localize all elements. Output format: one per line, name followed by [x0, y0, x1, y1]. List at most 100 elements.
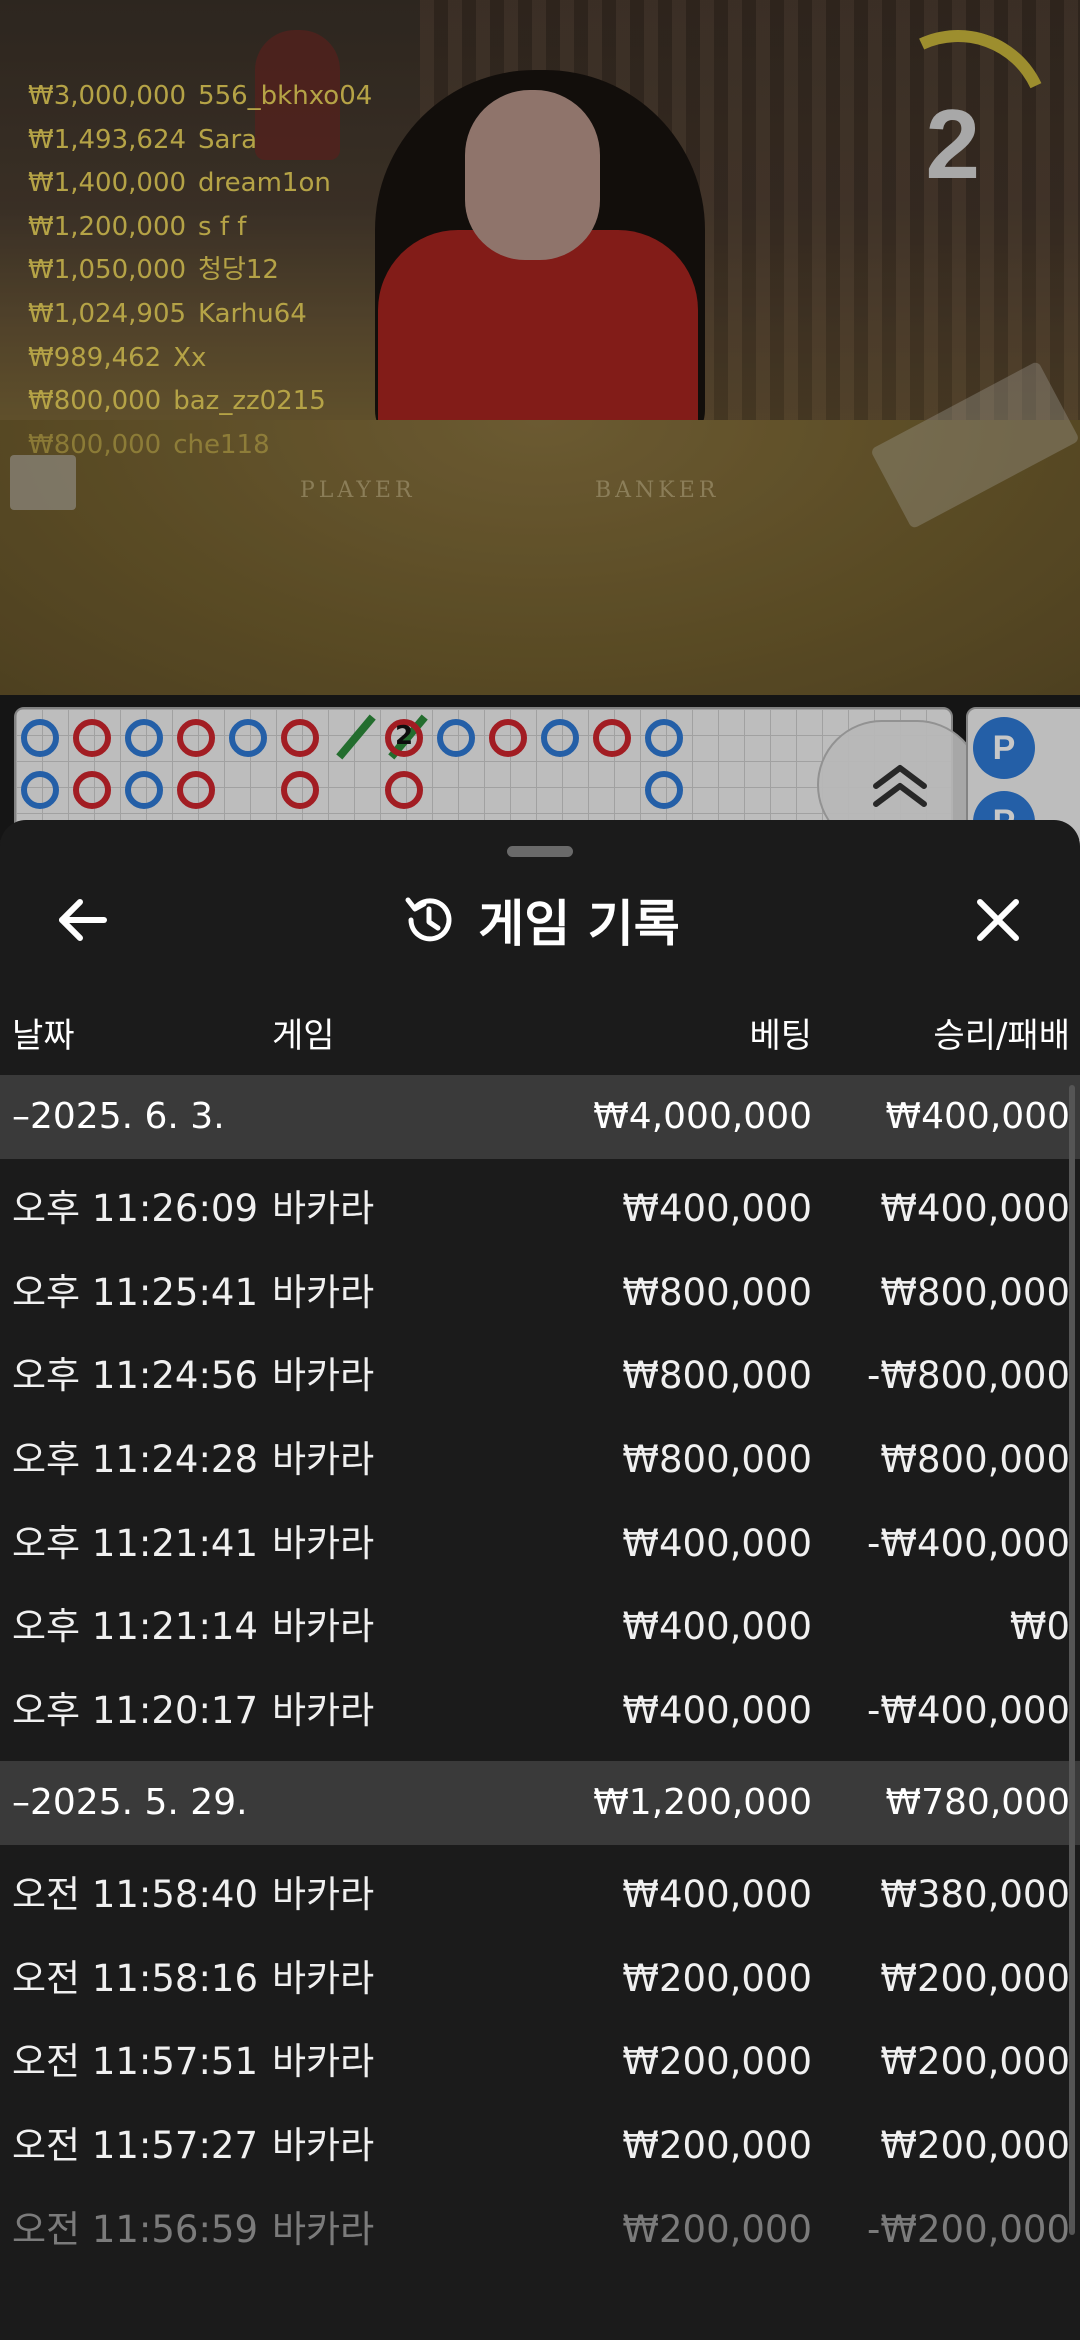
row-game: 바카라	[272, 2040, 375, 2084]
row-time: 오후 11:25:41	[12, 1270, 259, 1314]
game-history-row[interactable]: 오전 11:58:40 바카라 ₩400,000 ₩380,000	[0, 1853, 1080, 1937]
bead-banker	[281, 719, 319, 757]
game-history-row[interactable]: 오후 11:25:41 바카라 ₩800,000 ₩800,000	[0, 1251, 1080, 1335]
day-bet-total: ₩4,000,000	[593, 1096, 812, 1137]
row-time: 오전 11:57:27	[12, 2123, 259, 2167]
winner-row: ₩1,400,000 dream1on	[28, 168, 331, 199]
winner-row: ₩800,000 baz_zz0215	[28, 386, 326, 417]
winner-row: ₩800,000 che118	[28, 429, 270, 460]
row-bet: ₩800,000	[622, 1270, 812, 1314]
bead-player	[125, 719, 163, 757]
row-bet: ₩200,000	[622, 2207, 812, 2251]
row-result: -₩200,000	[867, 2207, 1070, 2251]
row-bet: ₩200,000	[622, 2123, 812, 2167]
game-history-row[interactable]: 오전 11:57:51 바카라 ₩200,000 ₩200,000	[0, 2020, 1080, 2104]
row-result: ₩200,000	[880, 2123, 1070, 2167]
row-time: 오후 11:21:14	[12, 1605, 259, 1649]
row-bet: ₩800,000	[622, 1438, 812, 1482]
column-header-result: 승리/패배	[933, 1016, 1070, 1056]
winner-row: ₩1,024,905 Karhu64	[28, 298, 307, 329]
live-video-stream: PLAYER BANKER ₩3,000,000 556_bkhxo04 ₩1,4…	[0, 0, 1080, 695]
row-time: 오후 11:24:28	[12, 1438, 259, 1482]
row-bet: ₩400,000	[622, 1872, 812, 1916]
game-history-sheet: 게임 기록 날짜 게임 베팅 승리/패배 –2025. 6. 3. ₩4,000…	[0, 820, 1080, 2340]
game-history-row[interactable]: 오후 11:20:17 바카라 ₩400,000 -₩400,000	[0, 1669, 1080, 1753]
row-game: 바카라	[272, 2123, 375, 2167]
bead-player	[21, 719, 59, 757]
row-bet: ₩800,000	[622, 1354, 812, 1398]
bead-banker	[281, 771, 319, 809]
history-icon	[405, 897, 452, 942]
row-result: ₩0	[1009, 1605, 1070, 1649]
game-history-row[interactable]: 오전 11:58:16 바카라 ₩200,000 ₩200,000	[0, 1937, 1080, 2021]
close-button[interactable]	[962, 884, 1034, 956]
bead-banker	[177, 771, 215, 809]
bead-player	[125, 771, 163, 809]
bead-banker	[593, 719, 631, 757]
sheet-header: 게임 기록	[0, 880, 1080, 960]
row-game: 바카라	[272, 1270, 375, 1314]
bead-banker	[73, 719, 111, 757]
row-result: -₩800,000	[867, 1354, 1070, 1398]
row-game: 바카라	[272, 1354, 375, 1398]
game-history-row[interactable]: 오전 11:57:27 바카라 ₩200,000 ₩200,000	[0, 2104, 1080, 2188]
double-chevron-up-icon	[872, 765, 927, 807]
row-game: 바카라	[272, 1438, 375, 1482]
tie-marker	[336, 714, 376, 760]
winner-row: ₩1,200,000 s f f	[28, 211, 247, 242]
player-badge: P	[973, 717, 1035, 779]
row-bet: ₩200,000	[622, 1956, 812, 2000]
row-result: ₩400,000	[880, 1187, 1070, 1230]
day-summary-row[interactable]: –2025. 6. 3. ₩4,000,000 ₩400,000	[0, 1075, 1080, 1159]
table-label-banker: BANKER	[595, 478, 720, 503]
row-bet: ₩400,000	[622, 1521, 812, 1565]
day-bet-total: ₩1,200,000	[593, 1781, 812, 1823]
row-game: 바카라	[272, 1689, 375, 1733]
winner-row: ₩989,462 Xx	[28, 342, 207, 373]
row-time: 오후 11:20:17	[12, 1689, 259, 1733]
bead-player	[21, 771, 59, 809]
recent-winners-list: ₩3,000,000 556_bkhxo04 ₩1,493,624 Sara ₩1,…	[28, 75, 372, 467]
day-summary-row[interactable]: –2025. 5. 29. ₩1,200,000 ₩780,000	[0, 1760, 1080, 1845]
bead-player	[541, 719, 579, 757]
row-result: ₩800,000	[880, 1438, 1070, 1482]
row-bet: ₩200,000	[622, 2040, 812, 2084]
row-time: 오전 11:58:40	[12, 1872, 259, 1916]
game-history-row[interactable]: 오후 11:21:14 바카라 ₩400,000 ₩0	[0, 1585, 1080, 1669]
row-bet: ₩400,000	[622, 1187, 812, 1230]
row-time: 오후 11:21:41	[12, 1521, 259, 1565]
row-game: 바카라	[272, 2207, 375, 2251]
row-bet: ₩400,000	[622, 1605, 812, 1649]
bead-banker	[73, 771, 111, 809]
dealer-face	[465, 90, 600, 260]
game-history-row[interactable]: 오전 11:56:59 바카라 ₩200,000 -₩200,000	[0, 2188, 1080, 2272]
game-history-row[interactable]: 오후 11:21:41 바카라 ₩400,000 -₩400,000	[0, 1502, 1080, 1586]
day-date: –2025. 6. 3.	[12, 1096, 225, 1137]
row-time: 오전 11:56:59	[12, 2207, 259, 2251]
winner-row: ₩3,000,000 556_bkhxo04	[28, 81, 373, 111]
sheet-drag-handle[interactable]	[507, 846, 573, 857]
row-result: ₩800,000	[880, 1270, 1070, 1314]
row-result: ₩380,000	[880, 1872, 1070, 1916]
list-scrollbar[interactable]	[1069, 1085, 1075, 2235]
row-game: 바카라	[272, 1872, 375, 1916]
row-game: 바카라	[272, 1956, 375, 2000]
row-game: 바카라	[272, 1187, 375, 1230]
day-result-total: ₩400,000	[885, 1096, 1070, 1137]
game-history-row[interactable]: 오후 11:24:56 바카라 ₩800,000 -₩800,000	[0, 1334, 1080, 1418]
bead-banker	[177, 719, 215, 757]
game-history-row[interactable]: 오후 11:26:09 바카라 ₩400,000 ₩400,000	[0, 1167, 1080, 1251]
row-time: 오후 11:24:56	[12, 1354, 259, 1398]
bead-banker	[489, 719, 527, 757]
row-result: -₩400,000	[867, 1689, 1070, 1733]
bead-player	[229, 719, 267, 757]
row-result: ₩200,000	[880, 2040, 1070, 2084]
winner-row: ₩1,493,624 Sara	[28, 124, 258, 155]
bead-player	[645, 719, 683, 757]
column-header-game: 게임	[272, 1016, 335, 1056]
bead-player	[437, 719, 475, 757]
game-history-row[interactable]: 오후 11:24:28 바카라 ₩800,000 ₩800,000	[0, 1418, 1080, 1502]
close-icon	[977, 899, 1019, 941]
history-list: –2025. 6. 3. ₩4,000,000 ₩400,000 오후 11:2…	[0, 1075, 1080, 2271]
row-time: 오후 11:26:09	[12, 1187, 259, 1230]
